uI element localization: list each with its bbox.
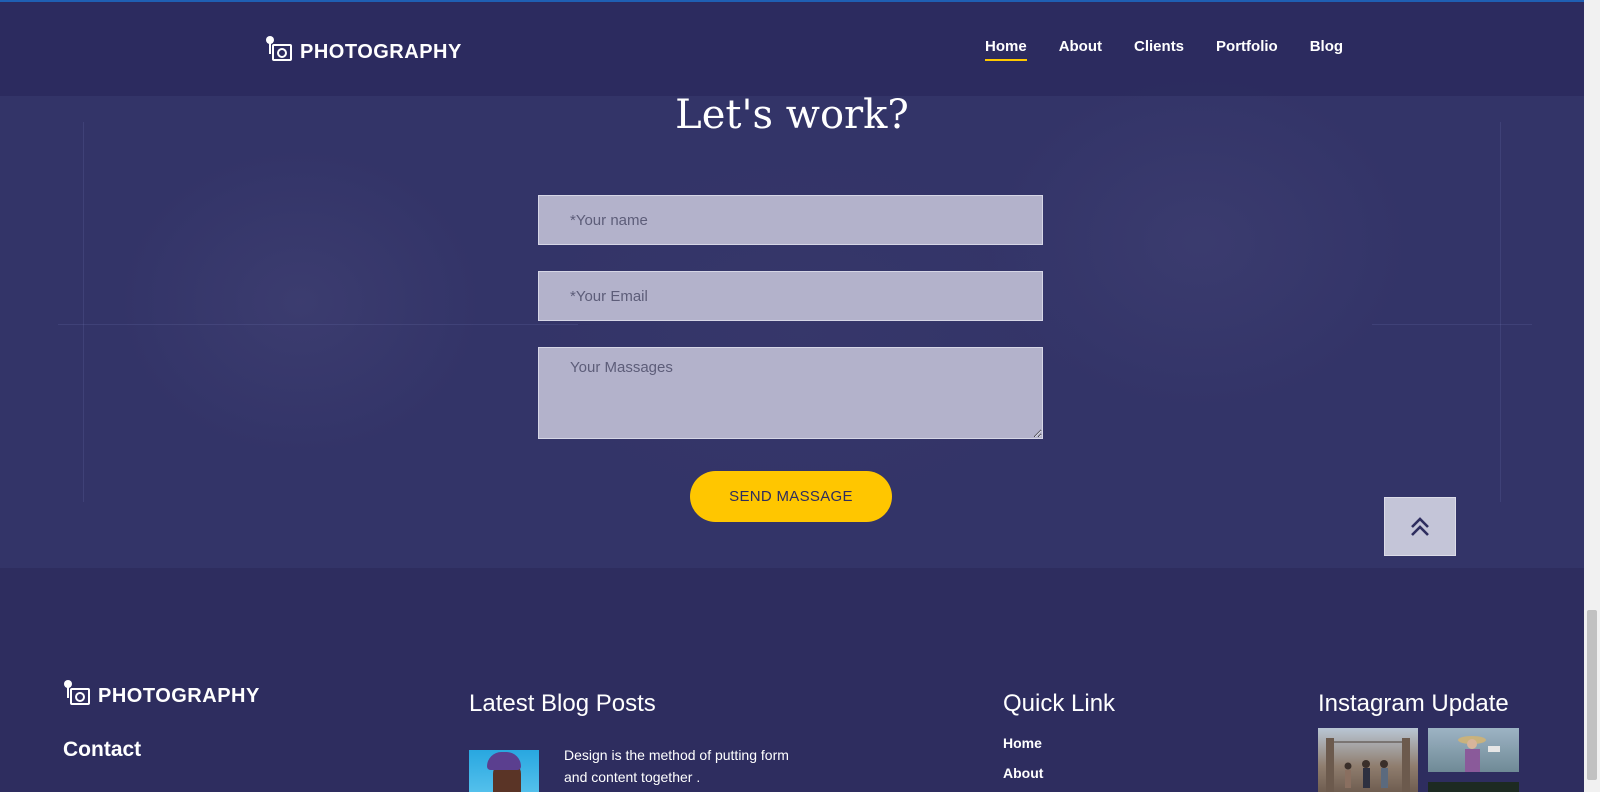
camera-icon — [266, 36, 294, 62]
scrollbar-thumb[interactable] — [1587, 610, 1597, 780]
nav-item-clients[interactable]: Clients — [1134, 38, 1184, 61]
decor-line — [1372, 324, 1532, 325]
instagram-photo[interactable] — [1428, 728, 1519, 772]
scroll-to-top-button[interactable] — [1384, 497, 1456, 556]
top-navbar: PHOTOGRAPHY Home About Clients Portfolio… — [0, 2, 1584, 96]
decor-line — [1500, 122, 1501, 502]
instagram-photo[interactable] — [1318, 728, 1418, 792]
nav-item-blog[interactable]: Blog — [1310, 38, 1343, 61]
blog-posts-heading: Latest Blog Posts — [469, 690, 656, 717]
quick-link-about[interactable]: About — [1003, 765, 1043, 781]
hat-woman-image — [1458, 736, 1500, 772]
instagram-heading: Instagram Update — [1318, 690, 1509, 717]
quick-link-home[interactable]: Home — [1003, 735, 1042, 751]
double-chevron-up-icon — [1411, 516, 1429, 536]
footer-logo[interactable]: PHOTOGRAPHY — [64, 680, 260, 706]
message-field[interactable] — [538, 347, 1043, 439]
quick-link-heading: Quick Link — [1003, 690, 1116, 717]
bridge-runners-image — [1326, 738, 1410, 792]
footer-contact-heading: Contact — [63, 738, 142, 761]
blog-post-thumbnail[interactable] — [469, 750, 539, 792]
blog-post-excerpt[interactable]: Design is the method of putting form and… — [564, 744, 814, 788]
main-nav: Home About Clients Portfolio Blog — [985, 38, 1343, 61]
instagram-photo[interactable] — [1428, 782, 1519, 792]
decor-line — [83, 122, 84, 502]
logo-text: PHOTOGRAPHY — [300, 41, 462, 63]
nav-item-portfolio[interactable]: Portfolio — [1216, 38, 1278, 61]
contact-title: Let's work? — [675, 92, 909, 138]
decor-line — [58, 324, 578, 325]
name-field[interactable] — [538, 195, 1043, 245]
site-logo[interactable]: PHOTOGRAPHY — [266, 36, 462, 62]
nav-item-home[interactable]: Home — [985, 38, 1027, 61]
footer-logo-text: PHOTOGRAPHY — [98, 685, 260, 707]
email-field[interactable] — [538, 271, 1043, 321]
send-message-button[interactable]: SEND MASSAGE — [690, 471, 892, 522]
camera-icon — [64, 680, 92, 706]
nav-item-about[interactable]: About — [1059, 38, 1102, 61]
